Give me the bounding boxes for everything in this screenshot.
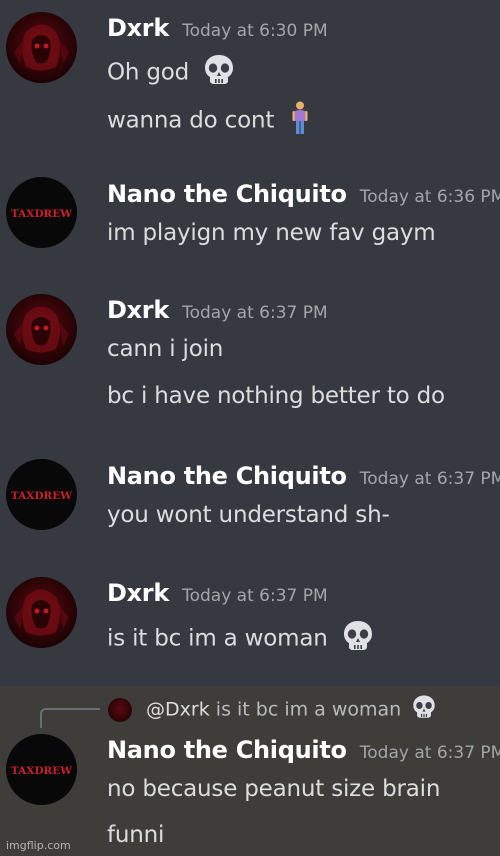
message-header: Nano the Chiquito Today at 6:37 PM <box>107 736 500 764</box>
message-line: im playign my new fav gaym <box>107 220 436 246</box>
avatar[interactable] <box>6 12 77 83</box>
message-line: wanna do cont <box>107 101 309 141</box>
message-line: Oh god <box>107 53 236 93</box>
dxrk-avatar-image <box>14 306 69 353</box>
message-line: funni <box>107 822 164 848</box>
watermark: imgflip.com <box>6 839 71 852</box>
reply-avatar <box>108 697 132 722</box>
message-text: funni <box>107 822 165 848</box>
message-text: you wont understand sh- <box>107 502 390 528</box>
skull-emoji-icon <box>341 619 375 659</box>
avatar-text: TAXDREW <box>11 765 72 777</box>
timestamp: Today at 6:37 PM <box>182 586 328 606</box>
avatar[interactable]: TAXDREW <box>6 177 77 248</box>
reply-text: is it bc im a woman <box>215 698 402 721</box>
message-text: wanna do cont <box>107 107 275 134</box>
avatar[interactable] <box>6 577 77 648</box>
skull-emoji-icon <box>411 694 437 725</box>
reply-preview[interactable]: @Dxrk is it bc im a woman <box>108 694 437 725</box>
message-text: cann i join <box>107 336 224 362</box>
dxrk-avatar-image <box>14 24 69 71</box>
dxrk-avatar-image <box>14 589 69 636</box>
nano-avatar-image: TAXDREW <box>11 208 72 220</box>
timestamp: Today at 6:37 PM <box>359 469 500 489</box>
person-standing-emoji-icon <box>291 101 309 141</box>
timestamp: Today at 6:30 PM <box>182 21 328 41</box>
username[interactable]: Nano the Chiquito <box>107 736 347 764</box>
avatar[interactable] <box>6 294 77 365</box>
username[interactable]: Dxrk <box>107 579 169 607</box>
message-line: bc i have nothing better to do <box>107 383 445 409</box>
message-line: cann i join <box>107 336 223 362</box>
timestamp: Today at 6:37 PM <box>359 743 500 763</box>
message-text: is it bc im a woman <box>107 625 328 652</box>
message-line: is it bc im a woman <box>107 619 375 659</box>
username[interactable]: Dxrk <box>107 296 169 324</box>
message-text: no because peanut size brain <box>107 776 441 802</box>
reply-spine <box>40 708 100 728</box>
username[interactable]: Dxrk <box>107 14 169 42</box>
message-header: Dxrk Today at 6:30 PM <box>107 14 328 42</box>
message-text: bc i have nothing better to do <box>107 383 445 409</box>
message-header: Nano the Chiquito Today at 6:36 PM <box>107 180 500 208</box>
avatar-text: TAXDREW <box>11 208 72 220</box>
message-line: no because peanut size brain <box>107 776 440 802</box>
avatar[interactable]: TAXDREW <box>6 459 77 530</box>
nano-avatar-image: TAXDREW <box>11 765 72 777</box>
timestamp: Today at 6:37 PM <box>182 303 328 323</box>
message-header: Nano the Chiquito Today at 6:37 PM <box>107 462 500 490</box>
username[interactable]: Nano the Chiquito <box>107 180 347 208</box>
avatar[interactable]: TAXDREW <box>6 734 77 805</box>
username[interactable]: Nano the Chiquito <box>107 462 347 490</box>
message-header: Dxrk Today at 6:37 PM <box>107 579 328 607</box>
skull-emoji-icon <box>202 53 236 93</box>
avatar-text: TAXDREW <box>11 490 72 502</box>
chat-log: Dxrk Today at 6:30 PM Oh god wanna do co… <box>0 0 500 856</box>
nano-avatar-image: TAXDREW <box>11 490 72 502</box>
message-header: Dxrk Today at 6:37 PM <box>107 296 328 324</box>
message-text: Oh god <box>107 59 190 86</box>
timestamp: Today at 6:36 PM <box>359 187 500 207</box>
message-text: im playign my new fav gaym <box>107 220 436 246</box>
message-line: you wont understand sh- <box>107 502 390 528</box>
reply-mention[interactable]: @Dxrk <box>146 699 210 721</box>
